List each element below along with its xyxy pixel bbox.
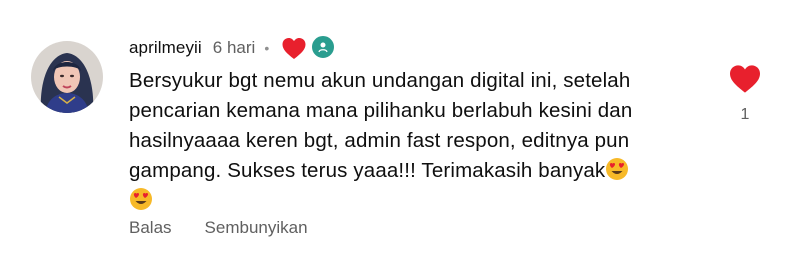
author-name[interactable]: aprilmeyii xyxy=(129,38,202,58)
comment-line xyxy=(129,186,699,216)
creator-avatar-icon xyxy=(311,35,336,59)
heart-icon xyxy=(282,38,306,59)
comment-actions: Balas Sembunyikan xyxy=(129,218,308,238)
heart-icon[interactable] xyxy=(728,64,762,94)
comment-line: hasilnyaaaa keren bgt, admin fast respon… xyxy=(129,129,630,152)
reply-button[interactable]: Balas xyxy=(129,218,172,238)
like-count: 1 xyxy=(740,106,750,123)
comment-line: gampang. Sukses terus yaaa!!! Terimakasi… xyxy=(129,156,699,186)
hide-button[interactable]: Sembunyikan xyxy=(205,218,308,238)
comment-line: pencarian kemana mana pilihanku berlabuh… xyxy=(129,99,633,122)
creator-heart-badge[interactable] xyxy=(281,35,336,61)
separator-dot: • xyxy=(264,40,270,56)
comment-meta: aprilmeyii 6 hari • xyxy=(129,34,336,62)
comment-line-text: gampang. Sukses terus yaaa!!! Terimakasi… xyxy=(129,159,606,182)
avatar[interactable] xyxy=(31,41,103,113)
heart-eyes-emoji-icon xyxy=(606,158,629,180)
timestamp[interactable]: 6 hari xyxy=(213,38,256,58)
comment-card: aprilmeyii 6 hari • Bersyukur bgt nemu a… xyxy=(0,0,800,270)
like-column: 1 xyxy=(726,64,764,124)
comment-line: Bersyukur bgt nemu akun undangan digital… xyxy=(129,69,631,92)
heart-eyes-emoji-icon xyxy=(130,188,152,210)
comment-text: Bersyukur bgt nemu akun undangan digital… xyxy=(129,66,699,216)
